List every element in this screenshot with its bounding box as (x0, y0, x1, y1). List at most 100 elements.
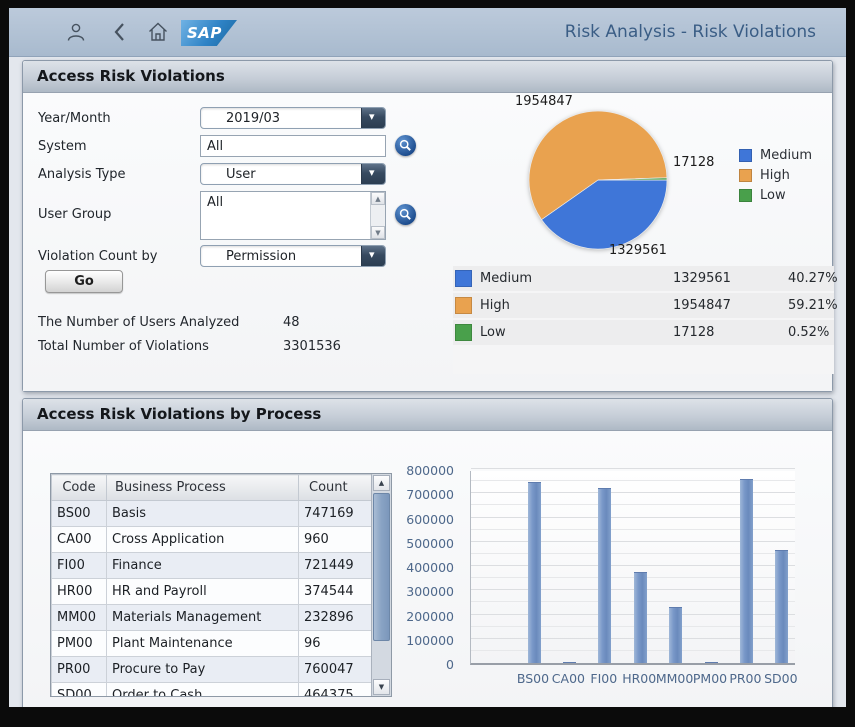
table-header-row: Code Business Process Count (52, 475, 373, 501)
summary-swatch (455, 270, 472, 287)
bar-mm00[interactable] (669, 607, 682, 663)
panel-body: Year/Month 2019/03 System Analysis Type … (23, 93, 832, 391)
summary-swatch (455, 297, 472, 314)
summary-percent: 40.27% (788, 271, 846, 286)
table-cell: PR00 (52, 657, 107, 683)
pie-label-medium: 1329561 (609, 243, 667, 258)
scrollbar-thumb[interactable] (373, 493, 390, 641)
users-analyzed-value: 48 (283, 315, 300, 330)
y-axis-tick-label: 700000 (406, 487, 454, 502)
bar-hr00[interactable] (634, 572, 647, 663)
year-month-select[interactable]: 2019/03 (200, 107, 386, 129)
y-axis-tick-label: 600000 (406, 512, 454, 527)
bar-bs00[interactable] (528, 482, 541, 663)
table-cell: 960 (299, 527, 373, 553)
table-cell: Plant Maintenance (107, 631, 299, 657)
y-axis-tick-label: 500000 (406, 536, 454, 551)
y-axis-tick-label: 0 (446, 657, 454, 672)
system-input[interactable] (200, 135, 386, 157)
table-row[interactable]: PR00Procure to Pay760047 (52, 657, 373, 683)
user-group-search-button[interactable] (395, 204, 416, 225)
summary-row-low: Low171280.52% (453, 320, 834, 345)
sap-logo[interactable]: SAP (181, 20, 237, 46)
legend-swatch (739, 169, 752, 182)
table-row[interactable]: BS00Basis747169 (52, 501, 373, 527)
back-icon[interactable] (109, 20, 133, 44)
table-row[interactable]: MM00Materials Management232896 (52, 605, 373, 631)
violations-by-process-bar-chart (470, 471, 795, 665)
bar-pm00[interactable] (705, 662, 718, 663)
chevron-down-icon[interactable] (361, 164, 385, 184)
legend-item-medium: Medium (739, 148, 812, 163)
pie-label-high: 1954847 (515, 94, 573, 109)
process-table-container: Code Business Process Count BS00Basis747… (50, 473, 392, 697)
table-cell: SD00 (52, 683, 107, 698)
table-scrollbar[interactable]: ▲ ▼ (371, 474, 391, 696)
table-cell: HR00 (52, 579, 107, 605)
panel-body: Code Business Process Count BS00Basis747… (23, 431, 832, 707)
scroll-down-icon[interactable]: ▼ (373, 679, 390, 695)
system-search-button[interactable] (395, 135, 416, 156)
col-count[interactable]: Count (299, 475, 373, 501)
summary-label: High (480, 298, 673, 313)
y-axis-tick-label: 400000 (406, 560, 454, 575)
chevron-down-icon[interactable] (361, 246, 385, 266)
year-month-value: 2019/03 (226, 111, 280, 126)
user-group-listbox[interactable]: All ▲ ▼ (200, 191, 386, 240)
user-profile-icon[interactable] (64, 20, 88, 44)
scroll-down-icon[interactable]: ▼ (371, 226, 385, 239)
table-cell: 747169 (299, 501, 373, 527)
summary-label: Low (480, 325, 673, 340)
screen-frame: SAP Risk Analysis - Risk Violations Acce… (0, 0, 855, 727)
bar-fi00[interactable] (598, 488, 611, 663)
summary-value: 17128 (673, 325, 788, 340)
go-button[interactable]: Go (45, 270, 123, 293)
table-row[interactable]: PM00Plant Maintenance96 (52, 631, 373, 657)
table-cell: 232896 (299, 605, 373, 631)
scroll-up-icon[interactable]: ▲ (371, 192, 385, 205)
summary-swatch (455, 324, 472, 341)
user-group-value: All (207, 195, 223, 210)
analysis-type-value: User (226, 167, 256, 182)
y-axis-tick-label: 200000 (406, 609, 454, 624)
listbox-scrollbar[interactable]: ▲ ▼ (370, 192, 385, 239)
table-cell: FI00 (52, 553, 107, 579)
table-row[interactable]: CA00Cross Application960 (52, 527, 373, 553)
bar-ca00[interactable] (563, 662, 576, 663)
summary-value: 1954847 (673, 298, 788, 313)
users-analyzed-label: The Number of Users Analyzed (38, 315, 239, 330)
violation-count-by-select[interactable]: Permission (200, 245, 386, 267)
table-cell: BS00 (52, 501, 107, 527)
y-axis-tick-label: 800000 (406, 463, 454, 478)
analysis-type-select[interactable]: User (200, 163, 386, 185)
summary-percent: 0.52% (788, 325, 839, 340)
table-cell: 760047 (299, 657, 373, 683)
bar-pr00[interactable] (740, 479, 753, 663)
home-icon[interactable] (146, 20, 170, 44)
table-row[interactable]: SD00Order to Cash464375 (52, 683, 373, 698)
col-business-process[interactable]: Business Process (107, 475, 299, 501)
gridline (471, 468, 795, 469)
legend-item-low: Low (739, 188, 812, 203)
table-cell: Materials Management (107, 605, 299, 631)
table-cell: Procure to Pay (107, 657, 299, 683)
summary-row-medium: Medium132956140.27% (453, 266, 834, 291)
risk-summary-table: Medium132956140.27%High195484759.21%Low1… (453, 266, 834, 374)
col-code[interactable]: Code (52, 475, 107, 501)
violation-count-by-value: Permission (226, 249, 296, 264)
pie-legend: MediumHighLow (739, 148, 812, 208)
table-row[interactable]: HR00HR and Payroll374544 (52, 579, 373, 605)
analysis-type-label: Analysis Type (38, 167, 126, 182)
chevron-down-icon[interactable] (361, 108, 385, 128)
scroll-up-icon[interactable]: ▲ (373, 475, 390, 491)
bar-chart-y-axis: 0100000200000300000400000500000600000700… (404, 471, 462, 665)
table-row[interactable]: FI00Finance721449 (52, 553, 373, 579)
violations-by-process-panel: Access Risk Violations by Process Code B… (22, 398, 833, 707)
sap-logo-text: SAP (187, 24, 222, 42)
legend-swatch (739, 149, 752, 162)
total-violations-value: 3301536 (283, 339, 341, 354)
page-title: Risk Analysis - Risk Violations (565, 8, 816, 57)
bar-sd00[interactable] (775, 550, 788, 663)
table-cell: 721449 (299, 553, 373, 579)
legend-swatch (739, 189, 752, 202)
